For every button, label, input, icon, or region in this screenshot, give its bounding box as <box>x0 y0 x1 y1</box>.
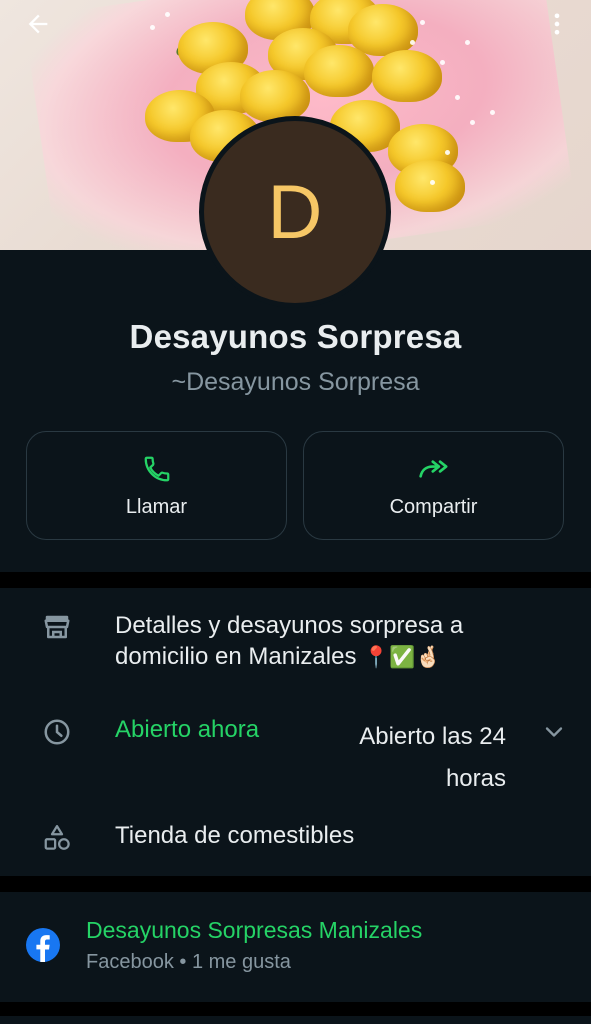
forward-icon <box>418 460 447 478</box>
avatar[interactable]: D <box>199 116 391 308</box>
store-icon <box>40 610 74 644</box>
business-hours[interactable]: Abierto las 24 horas <box>330 716 506 800</box>
facebook-icon <box>25 927 61 963</box>
avatar-letter: D <box>267 169 323 255</box>
facebook-page-link[interactable]: Desayunos Sorpresas Manizales <box>86 917 422 944</box>
hours-line-2: horas <box>445 765 506 792</box>
share-button[interactable]: Compartir <box>303 431 564 540</box>
phone-icon <box>144 456 169 482</box>
business-category: Tienda de comestibles <box>115 822 355 849</box>
business-description: Detalles y desayunos sorpresa a domicili… <box>115 610 555 673</box>
back-button[interactable] <box>16 8 60 40</box>
call-button[interactable]: Llamar <box>26 431 287 540</box>
facebook-section[interactable] <box>0 892 591 1002</box>
more-vertical-icon <box>554 13 560 35</box>
description-emojis: 📍✅🤞🏻 <box>363 645 442 669</box>
facebook-subtitle: Facebook • 1 me gusta <box>86 951 291 973</box>
next-section <box>0 1016 591 1024</box>
clock-icon <box>40 715 74 749</box>
open-status: Abierto ahora <box>115 716 260 743</box>
share-label: Compartir <box>389 496 478 518</box>
hours-line-1: Abierto las 24 <box>359 723 506 750</box>
call-label: Llamar <box>125 496 188 518</box>
category-shapes-icon <box>40 821 74 855</box>
menu-button[interactable] <box>535 8 579 40</box>
arrow-left-icon <box>28 14 48 34</box>
chevron-down-icon[interactable] <box>540 718 568 746</box>
contact-name: Desayunos Sorpresa <box>129 318 462 355</box>
push-name: ~Desayunos Sorpresa <box>171 368 420 396</box>
